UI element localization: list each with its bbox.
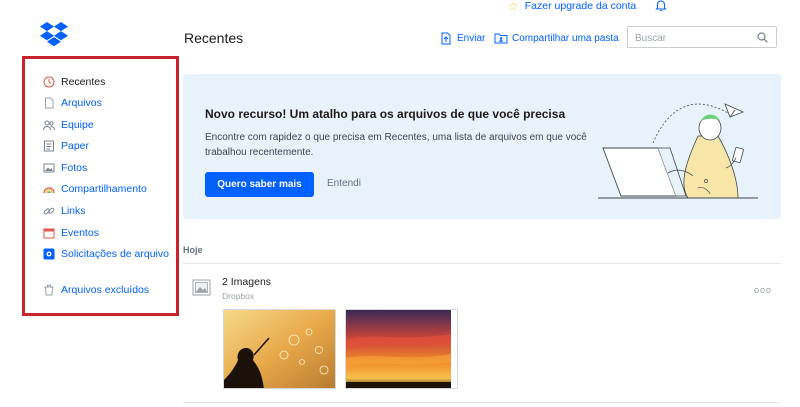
sidebar-item-paper[interactable]: Paper: [43, 140, 89, 152]
sidebar-item-label: Arquivos: [61, 97, 102, 109]
learn-more-button[interactable]: Quero saber mais: [205, 172, 314, 197]
link-icon: [43, 207, 55, 215]
divider: [183, 263, 781, 264]
more-options-icon[interactable]: ooo: [754, 285, 772, 295]
sunset-photo: [346, 310, 451, 388]
file-request-icon: [43, 248, 55, 260]
sidebar-item-label: Recentes: [61, 76, 106, 88]
image-thumbnail[interactable]: [345, 309, 458, 389]
photo-icon: [43, 163, 55, 173]
star-icon: ☆: [508, 0, 519, 13]
trash-icon: [44, 284, 54, 296]
sidebar-item-compartilhamento[interactable]: Compartilhamento: [43, 183, 147, 195]
sidebar-item-equipe[interactable]: Equipe: [43, 119, 94, 131]
sidebar-item-solicitacoes[interactable]: Solicitações de arquivo: [43, 248, 169, 260]
banner-text: Encontre com rapidez o que precisa em Re…: [205, 132, 587, 158]
file-title[interactable]: 2 Imagens: [222, 276, 271, 288]
sidebar-item-recentes[interactable]: Recentes: [43, 76, 105, 88]
sidebar-item-label: Paper: [61, 140, 90, 152]
banner-illustration: [598, 103, 758, 199]
search-input[interactable]: [633, 29, 757, 47]
calendar-icon: [43, 228, 55, 239]
bell-icon[interactable]: [654, 0, 668, 12]
shared-folder-icon: [494, 33, 508, 44]
sidebar-item-eventos[interactable]: Eventos: [43, 227, 99, 239]
page-title: Recentes: [184, 30, 244, 46]
paper-icon: [44, 140, 54, 152]
sidebar-item-links[interactable]: Links: [43, 205, 86, 217]
share-folder-label: Compartilhar uma pasta: [512, 32, 619, 44]
upgrade-label: Fazer upgrade da conta: [524, 0, 637, 12]
upgrade-link[interactable]: ☆ Fazer upgrade da conta: [508, 0, 636, 12]
feature-banner: Novo recurso! Um atalho para os arquivos…: [183, 74, 781, 219]
sidebar-item-label: Arquivos excluídos: [61, 284, 150, 296]
section-label-today: Hoje: [183, 245, 203, 255]
sidebar-item-fotos[interactable]: Fotos: [43, 162, 87, 174]
banner-title: Novo recurso! Um atalho para os arquivos…: [205, 107, 566, 121]
sidebar-item-arquivos-excluidos[interactable]: Arquivos excluídos: [43, 284, 149, 296]
image-group-icon: [192, 279, 211, 296]
upload-icon: [441, 32, 451, 45]
file-icon: [45, 97, 54, 109]
silhouette-bubbles-photo: [224, 310, 335, 388]
search-box: [627, 26, 777, 48]
divider: [183, 402, 781, 403]
upload-button[interactable]: Enviar: [440, 32, 485, 45]
clock-icon: [43, 76, 55, 88]
sidebar-item-label: Links: [61, 205, 86, 217]
sidebar-item-label: Fotos: [61, 162, 88, 174]
team-icon: [43, 120, 55, 131]
upload-label: Enviar: [457, 33, 486, 44]
sidebar: Recentes Arquivos Equipe Paper Fotos Com…: [22, 56, 179, 316]
dropbox-logo[interactable]: [40, 22, 68, 48]
sidebar-item-label: Solicitações de arquivo: [61, 248, 169, 260]
share-folder-button[interactable]: Compartilhar uma pasta: [494, 32, 619, 44]
search-icon[interactable]: [757, 32, 768, 43]
image-thumbnail[interactable]: [223, 309, 336, 389]
sidebar-item-arquivos[interactable]: Arquivos: [43, 97, 102, 109]
sharing-icon: [43, 187, 55, 194]
file-location: Dropbox: [222, 291, 255, 301]
sidebar-item-label: Eventos: [61, 227, 99, 239]
sidebar-item-label: Compartilhamento: [61, 183, 147, 195]
sidebar-item-label: Equipe: [61, 119, 94, 131]
dismiss-button[interactable]: Entendi: [327, 178, 361, 189]
